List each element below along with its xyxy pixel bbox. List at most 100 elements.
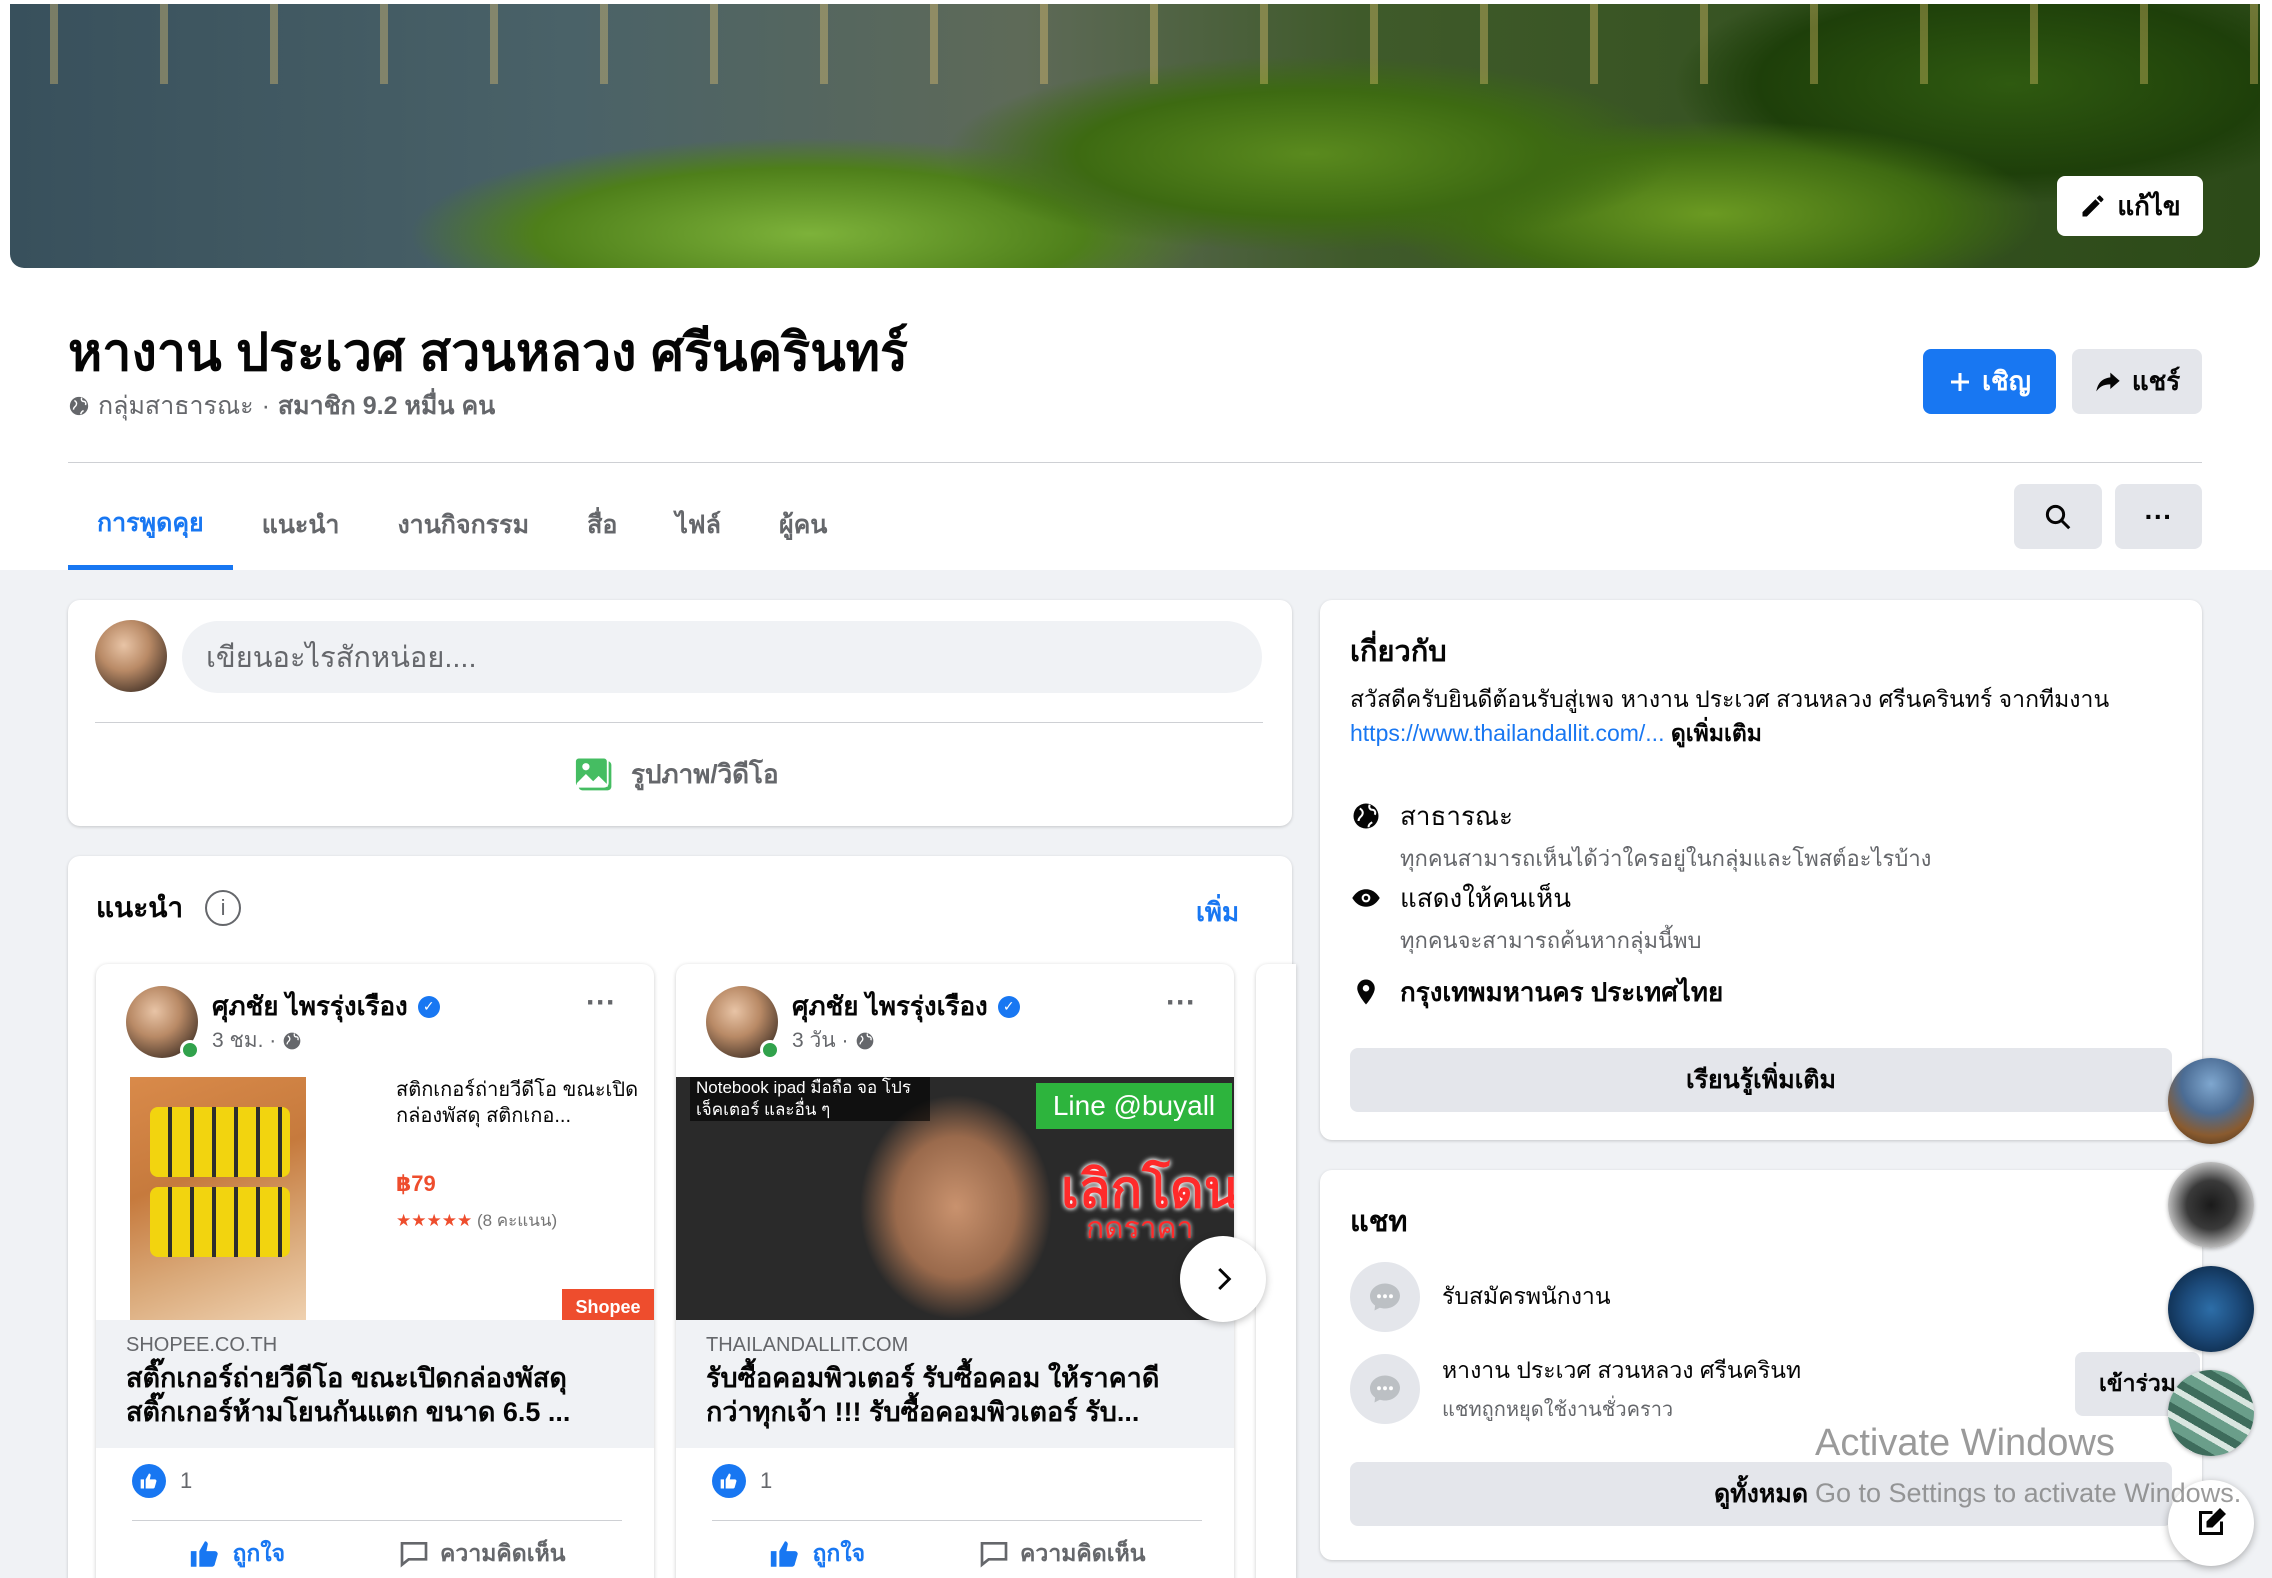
link-title: สติ๊กเกอร์ถ่ายวีดีโอ ขณะเปิดกล่องพัสดุ ส… — [126, 1363, 571, 1427]
tab-files[interactable]: ไฟล์ — [646, 480, 750, 570]
post-options-button[interactable]: ··· — [1166, 986, 1196, 1020]
tab-events[interactable]: งานกิจกรรม — [368, 480, 558, 570]
group-privacy[interactable]: กลุ่มสาธารณะ — [98, 386, 254, 426]
carousel-next-button[interactable] — [1180, 1236, 1266, 1322]
compose-icon — [2199, 1508, 2226, 1535]
tab-media[interactable]: สื่อ — [558, 480, 646, 570]
suggested-more-link[interactable]: เพิ่ม — [1196, 892, 1239, 933]
activate-windows-watermark: Activate Windows — [1815, 1422, 2115, 1464]
composer-input[interactable]: เขียนอะไรสักหน่อย.... — [182, 621, 1262, 693]
about-privacy-row: สาธารณะ ทุกคนสามารถเห็นได้ว่าใครอยู่ในกล… — [1350, 796, 1931, 876]
info-icon[interactable]: i — [205, 890, 242, 926]
chat-name: รับสมัครพนักงาน — [1442, 1283, 1611, 1309]
thumbs-up-icon — [191, 1541, 219, 1567]
learn-more-button[interactable]: เรียนรู้เพิ่มเติม — [1350, 1048, 2172, 1112]
privacy-description: ทุกคนสามารถเห็นได้ว่าใครอยู่ในกลุ่มและโพ… — [1400, 846, 1932, 871]
about-title: เกี่ยวกับ — [1350, 636, 1447, 668]
comment-icon — [400, 1542, 428, 1568]
suggested-post: ศุภชัย ไพรรุ่งเรือง ✓ 3 ชม. · ··· สติกเก… — [96, 964, 654, 1578]
cover-lights — [10, 4, 2260, 84]
reaction-summary[interactable]: 1 — [712, 1464, 772, 1498]
visibility-description: ทุกคนจะสามารถค้นหากลุ่มนี้พบ — [1400, 928, 1702, 953]
avatar[interactable] — [95, 620, 167, 692]
floating-chat-heads — [2168, 1058, 2254, 1474]
post-author[interactable]: ศุภชัย ไพรรุ่งเรือง ✓ — [212, 986, 440, 1027]
tab-people[interactable]: ผู้คน — [750, 480, 856, 570]
search-group-button[interactable] — [2014, 484, 2102, 549]
photo-video-button[interactable]: รูปภาพ/วิดีโอ — [573, 750, 779, 798]
chat-bubble-icon — [1350, 1262, 1420, 1332]
link-preview-image[interactable]: สติกเกอร์ถ่ายวีดีโอ ขณะเปิดกล่องพัสดุ สต… — [96, 1077, 654, 1320]
privacy-title: สาธารณะ — [1400, 801, 1513, 831]
location-pin-icon — [1350, 976, 1382, 1008]
search-icon — [2045, 504, 2071, 529]
post-divider — [712, 1520, 1202, 1521]
thumbnail-caption: Notebook ipad มือถือ จอ โปรเจ็คเตอร์ และ… — [690, 1077, 930, 1121]
suggested-post: ศุภชัย ไพรรุ่งเรือง ✓ 3 วัน · ··· Notebo… — [676, 964, 1234, 1578]
reaction-count: 1 — [180, 1468, 193, 1493]
like-button[interactable]: ถูกใจ — [188, 1536, 285, 1572]
edit-cover-label: แก้ไข — [2117, 190, 2181, 221]
chat-head-avatar[interactable] — [2168, 1162, 2254, 1248]
comment-label: ความคิดเห็น — [1020, 1540, 1146, 1566]
pencil-icon — [2082, 195, 2104, 217]
chat-item[interactable]: หางาน ประเวศ สวนหลวง ศรีนครินท แชทถูกหยุ… — [1350, 1352, 2200, 1426]
verified-badge-icon: ✓ — [997, 995, 1020, 1018]
link-preview-meta[interactable]: THAILANDALLIT.COM รับซื้อคอมพิวเตอร์ รับ… — [676, 1320, 1234, 1448]
chat-head-avatar[interactable] — [2168, 1266, 2254, 1352]
post-author[interactable]: ศุภชัย ไพรรุ่งเรือง ✓ — [792, 986, 1020, 1027]
like-label: ถูกใจ — [232, 1540, 286, 1566]
author-name[interactable]: ศุภชัย ไพรรุ่งเรือง — [212, 986, 408, 1027]
link-preview-image[interactable]: Notebook ipad มือถือ จอ โปรเจ็คเตอร์ และ… — [676, 1077, 1234, 1320]
invite-button[interactable]: เชิญ — [1923, 349, 2056, 414]
comment-button[interactable]: ความคิดเห็น — [978, 1536, 1145, 1572]
visibility-title: แสดงให้คนเห็น — [1400, 883, 1572, 913]
product-rating: ★★★★★ (8 คะแนน) — [396, 1207, 557, 1234]
post-options-button[interactable]: ··· — [586, 986, 616, 1020]
author-name[interactable]: ศุภชัย ไพรรุ่งเรือง — [792, 986, 988, 1027]
post-actions: ถูกใจ ความคิดเห็น — [712, 1536, 1202, 1572]
eye-icon — [1350, 882, 1382, 914]
post-timestamp[interactable]: 3 วัน · — [792, 1024, 875, 1057]
link-domain: SHOPEE.CO.TH — [126, 1334, 278, 1356]
composer-divider — [95, 722, 1263, 723]
about-link[interactable]: https://www.thailandallit.com/... — [1350, 720, 1664, 746]
like-reaction-icon — [712, 1464, 746, 1498]
globe-icon — [1350, 800, 1382, 832]
share-button[interactable]: แชร์ — [2072, 349, 2202, 414]
plus-icon — [1951, 372, 1970, 391]
reaction-summary[interactable]: 1 — [132, 1464, 192, 1498]
suggested-header: แนะนำ i — [96, 886, 242, 930]
suggested-section: แนะนำ i เพิ่ม ศุภชัย ไพรรุ่งเรือง ✓ 3 ชม… — [68, 856, 1296, 1578]
see-more-link[interactable]: ดูเพิ่มเติม — [1671, 720, 1762, 746]
invite-label: เชิญ — [1982, 366, 2031, 396]
post-divider — [132, 1520, 622, 1521]
link-preview-meta[interactable]: SHOPEE.CO.TH สติ๊กเกอร์ถ่ายวีดีโอ ขณะเปิ… — [96, 1320, 654, 1448]
chat-head-avatar[interactable] — [2168, 1370, 2254, 1456]
more-options-button[interactable]: ··· — [2115, 484, 2202, 549]
product-photo — [130, 1077, 306, 1320]
edit-cover-button[interactable]: แก้ไข — [2057, 176, 2203, 236]
chat-head-avatar[interactable] — [2168, 1058, 2254, 1144]
comment-button[interactable]: ความคิดเห็น — [398, 1536, 565, 1572]
chat-item[interactable]: รับสมัครพนักงาน — [1350, 1260, 2184, 1334]
like-button[interactable]: ถูกใจ — [768, 1536, 865, 1572]
post-time-text: 3 ชม. · — [212, 1029, 277, 1052]
about-visibility-row: แสดงให้คนเห็น ทุกคนจะสามารถค้นหากลุ่มนี้… — [1350, 878, 1701, 958]
globe-icon — [856, 1032, 873, 1049]
post-time-text: 3 วัน · — [792, 1029, 849, 1052]
group-members[interactable]: สมาชิก 9.2 หมื่น คน — [278, 386, 495, 426]
shopee-logo: Shopee — [562, 1289, 654, 1320]
comment-icon — [980, 1542, 1008, 1568]
thumbs-up-icon — [771, 1541, 799, 1567]
post-actions: ถูกใจ ความคิดเห็น — [132, 1536, 622, 1572]
tab-featured[interactable]: แนะนำ — [233, 480, 369, 570]
photo-video-label: รูปภาพ/วิดีโอ — [631, 758, 779, 789]
comment-label: ความคิดเห็น — [440, 1540, 566, 1566]
link-domain: THAILANDALLIT.COM — [706, 1334, 909, 1356]
tab-discussion[interactable]: การพูดคุย — [68, 480, 233, 570]
link-title: รับซื้อคอมพิวเตอร์ รับซื้อคอม ให้ราคาดีก… — [706, 1363, 1160, 1427]
post-timestamp[interactable]: 3 ชม. · — [212, 1024, 302, 1057]
chevron-right-icon — [1218, 1267, 1232, 1291]
group-name[interactable]: หางาน ประเวศ สวนหลวง ศรีนครินทร์ — [68, 310, 908, 393]
